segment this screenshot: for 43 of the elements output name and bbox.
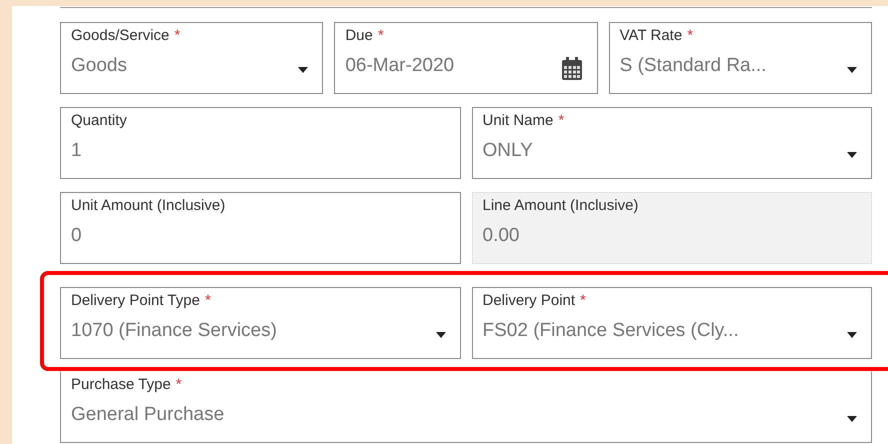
field-value: 1	[71, 139, 82, 163]
field-label: Unit Name	[482, 112, 554, 129]
date-field[interactable]: Due * 06-Mar-2020	[334, 22, 598, 94]
field-label: Delivery Point Type	[71, 292, 200, 309]
dropdown-field[interactable]: VAT Rate * S (Standard Ra...	[608, 22, 872, 94]
field-value: General Purchase	[71, 403, 224, 427]
caret-icon	[298, 67, 308, 73]
required-mark: *	[378, 27, 384, 44]
field-label: Unit Amount (Inclusive)	[71, 197, 226, 214]
field-label: Purchase Type	[71, 376, 171, 393]
required-mark: *	[174, 27, 180, 44]
caret-icon	[847, 152, 857, 158]
field-label: Goods/Service	[71, 27, 170, 44]
input-field[interactable]: Unit Amount (Inclusive) 0	[60, 192, 460, 264]
required-mark: *	[687, 27, 694, 44]
caret-icon	[847, 416, 857, 422]
field-value: FS02 (Finance Services (Cly...	[482, 319, 739, 343]
field-label: Line Amount (Inclusive)	[482, 197, 638, 214]
dropdown-field[interactable]: Delivery Point * FS02 (Finance Services (Cly...	[472, 287, 872, 359]
required-mark: *	[580, 292, 586, 309]
field-label: Delivery Point	[482, 292, 576, 309]
field-label: Quantity	[71, 112, 127, 129]
required-mark: *	[204, 292, 211, 309]
field-value: 0	[71, 224, 82, 248]
dropdown-field[interactable]: Unit Name * ONLY	[472, 107, 872, 179]
field-label: Due	[345, 27, 373, 44]
caret-icon	[846, 67, 857, 73]
dropdown-field[interactable]: Purchase Type * General Purchase	[60, 371, 872, 443]
required-mark: *	[558, 112, 564, 129]
required-mark: *	[176, 376, 182, 393]
caret-icon	[847, 332, 857, 338]
field-label: VAT Rate	[620, 27, 682, 44]
field-value: 06-Mar-2020	[345, 54, 454, 78]
field-value: 0.00	[482, 224, 520, 248]
field-value: Goods	[71, 54, 127, 78]
field-value: 1070 (Finance Services)	[71, 319, 277, 343]
caret-icon	[436, 332, 446, 338]
field-value: ONLY	[482, 139, 533, 163]
field-value: S (Standard Ra...	[620, 54, 766, 78]
dropdown-field[interactable]: Goods/Service * Goods	[60, 22, 324, 94]
dropdown-field[interactable]: Delivery Point Type * 1070 (Finance Services)	[60, 287, 460, 359]
calendar-icon[interactable]	[560, 57, 583, 81]
input-field[interactable]: Quantity 1	[60, 107, 460, 179]
